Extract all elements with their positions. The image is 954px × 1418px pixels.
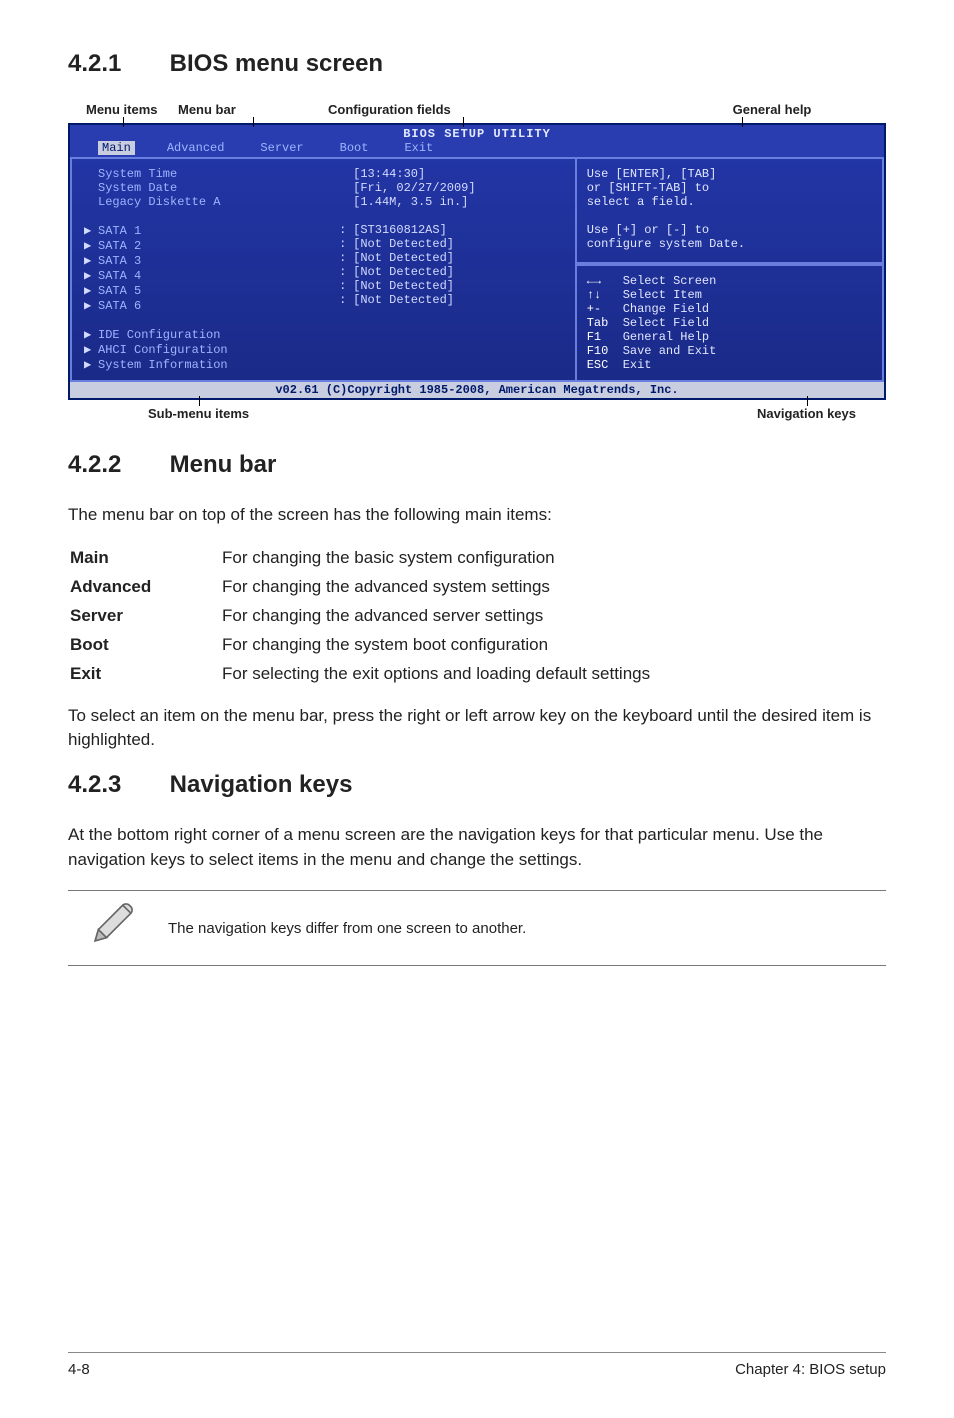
bios-screenshot: BIOS SETUP UTILITY Main Advanced Server … (68, 123, 886, 400)
definition-term: Server (70, 602, 220, 629)
page-footer: 4-8 Chapter 4: BIOS setup (68, 1352, 886, 1378)
bios-help-line (587, 209, 872, 223)
bios-row-value: [1.44M, 3.5 in.] (339, 195, 575, 209)
section-heading-421: 4.2.1 BIOS menu screen (68, 50, 886, 78)
definition-row: ExitFor selecting the exit options and l… (70, 660, 680, 687)
bios-tab-main: Main (98, 141, 135, 155)
bios-tab-exit: Exit (386, 141, 451, 155)
bios-row-label: System Time (84, 167, 339, 181)
chapter-label: Chapter 4: BIOS setup (735, 1361, 886, 1378)
definition-row: ServerFor changing the advanced server s… (70, 602, 680, 629)
definition-term: Advanced (70, 573, 220, 600)
section-number: 4.2.2 (68, 451, 163, 479)
bios-tab-server: Server (242, 141, 321, 155)
bios-row-label: ▶SATA 3 (84, 253, 339, 268)
bios-row-value: :[Not Detected] (339, 265, 575, 279)
bios-row-value (339, 321, 575, 335)
section-title: BIOS menu screen (170, 50, 383, 77)
bios-help-line: configure system Date. (587, 237, 872, 251)
bios-left-panel: System Time System Date Legacy Diskette … (70, 157, 575, 382)
note-text: The navigation keys differ from one scre… (158, 904, 886, 953)
bios-navkey-row: F10Save and Exit (587, 344, 872, 358)
definition-desc: For selecting the exit options and loadi… (222, 660, 680, 687)
section-heading-423: 4.2.3 Navigation keys (68, 771, 886, 799)
bios-row-value: :[Not Detected] (339, 293, 575, 307)
menu-bar-definitions: MainFor changing the basic system config… (68, 542, 682, 690)
definition-desc: For changing the advanced system setting… (222, 573, 680, 600)
definition-desc: For changing the advanced server setting… (222, 602, 680, 629)
bios-help-line: select a field. (587, 195, 872, 209)
bios-navkey-row: ←→Select Screen (587, 274, 872, 288)
definition-desc: For changing the basic system configurat… (222, 544, 680, 571)
bios-row-label: ▶SATA 4 (84, 268, 339, 283)
bios-help-line: or [SHIFT-TAB] to (587, 181, 872, 195)
bios-title: BIOS SETUP UTILITY (70, 125, 884, 141)
bios-footer: v02.61 (C)Copyright 1985-2008, American … (70, 382, 884, 398)
bios-navkey-row: F1General Help (587, 330, 872, 344)
section-422-intro: The menu bar on top of the screen has th… (68, 503, 886, 528)
bios-row-value: :[Not Detected] (339, 237, 575, 251)
section-422-after: To select an item on the menu bar, press… (68, 704, 886, 753)
definition-term: Boot (70, 631, 220, 658)
bios-row-label: ▶AHCI Configuration (84, 342, 339, 357)
bios-row-label: ▶SATA 5 (84, 283, 339, 298)
label-general-help: General help (733, 102, 812, 117)
bios-row-value: [13:44:30] (339, 167, 575, 181)
bios-row-label (84, 313, 339, 327)
bios-row-value: :[Not Detected] (339, 251, 575, 265)
label-menu-bar: Menu bar (178, 102, 236, 117)
section-title: Menu bar (170, 451, 277, 478)
label-menu-items: Menu items (86, 102, 158, 117)
bios-row-label: System Date (84, 181, 339, 195)
bios-row-value (339, 307, 575, 321)
section-423-body: At the bottom right corner of a menu scr… (68, 823, 886, 872)
diagram-top-labels: Menu items Menu bar Configuration fields… (68, 102, 886, 117)
definition-row: AdvancedFor changing the advanced system… (70, 573, 680, 600)
diagram-bottom-labels: Sub-menu items Navigation keys (68, 406, 886, 421)
bios-tab-advanced: Advanced (149, 141, 243, 155)
bios-row-label: ▶System Information (84, 357, 339, 372)
label-config-fields: Configuration fields (328, 102, 451, 117)
bios-help-line: Use [ENTER], [TAB] (587, 167, 872, 181)
definition-term: Main (70, 544, 220, 571)
bios-body: System Time System Date Legacy Diskette … (70, 157, 884, 382)
bios-row-value (339, 335, 575, 349)
bios-row-value (339, 349, 575, 363)
bios-row-label: ▶SATA 2 (84, 238, 339, 253)
label-nav-keys: Navigation keys (757, 406, 856, 421)
bios-help-line: Use [+] or [-] to (587, 223, 872, 237)
bios-help-bottom: ←→Select Screen↑↓Select Item+-Change Fie… (575, 264, 884, 382)
bios-row-label: ▶SATA 6 (84, 298, 339, 313)
bios-navkey-row: ESCExit (587, 358, 872, 372)
definition-term: Exit (70, 660, 220, 687)
note-box: The navigation keys differ from one scre… (68, 890, 886, 966)
bios-navkey-row: +-Change Field (587, 302, 872, 316)
bios-row-label: ▶IDE Configuration (84, 327, 339, 342)
bios-help-top: Use [ENTER], [TAB]or [SHIFT-TAB] toselec… (575, 157, 884, 264)
bios-row-value: :[ST3160812AS] (339, 223, 575, 237)
bios-navkey-row: ↑↓Select Item (587, 288, 872, 302)
page-number: 4-8 (68, 1361, 90, 1378)
definition-desc: For changing the system boot configurati… (222, 631, 680, 658)
bios-row-label: Legacy Diskette A (84, 195, 339, 209)
bios-menubar: Main Advanced Server Boot Exit (70, 141, 884, 157)
definition-row: MainFor changing the basic system config… (70, 544, 680, 571)
bios-row-value (339, 209, 575, 223)
section-heading-422: 4.2.2 Menu bar (68, 451, 886, 479)
bios-row-label (84, 209, 339, 223)
bios-right-panel: Use [ENTER], [TAB]or [SHIFT-TAB] toselec… (575, 157, 884, 382)
bios-navkey-row: TabSelect Field (587, 316, 872, 330)
definition-row: BootFor changing the system boot configu… (70, 631, 680, 658)
section-title: Navigation keys (170, 771, 353, 798)
section-number: 4.2.1 (68, 50, 163, 78)
bios-row-label: ▶SATA 1 (84, 223, 339, 238)
bios-tab-boot: Boot (322, 141, 387, 155)
bios-row-value: [Fri, 02/27/2009] (339, 181, 575, 195)
bios-row-value: :[Not Detected] (339, 279, 575, 293)
section-number: 4.2.3 (68, 771, 163, 799)
pencil-icon (68, 891, 158, 965)
label-sub-menu: Sub-menu items (148, 406, 249, 421)
